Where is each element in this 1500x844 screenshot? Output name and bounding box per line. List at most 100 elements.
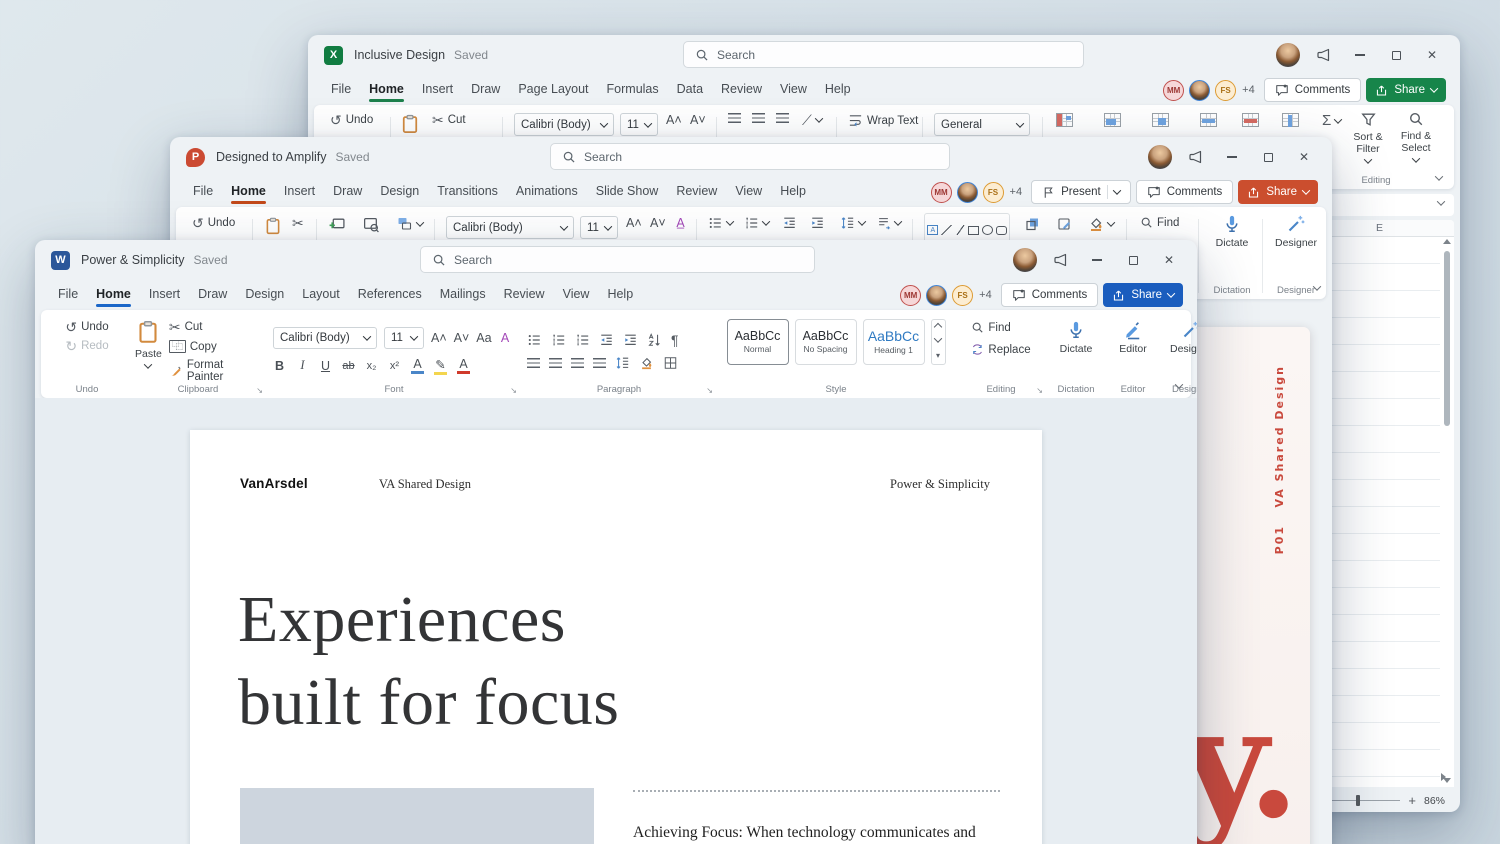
tab-draw[interactable]: Draw: [324, 179, 371, 205]
account-avatar[interactable]: [1142, 142, 1178, 172]
highlight-button[interactable]: ✎: [434, 357, 447, 375]
collaborator-avatar-mm[interactable]: MM: [930, 181, 952, 203]
font-color-button[interactable]: A: [457, 357, 470, 374]
powerpoint-app-icon[interactable]: P: [186, 147, 205, 167]
account-avatar[interactable]: [1007, 245, 1043, 275]
font-name-select[interactable]: Calibri (Body): [514, 113, 614, 136]
minimize-button[interactable]: [1079, 245, 1115, 275]
number-format-select[interactable]: General: [934, 113, 1030, 136]
bullet-list-icon[interactable]: [527, 333, 542, 347]
dialog-launcher-icon[interactable]: ↘: [706, 386, 713, 395]
decrease-indent-icon[interactable]: [599, 333, 614, 347]
strikethrough-button[interactable]: ab: [342, 360, 355, 372]
multilevel-list-icon[interactable]: [575, 333, 590, 347]
cut-button[interactable]: ✂ Cut: [169, 320, 261, 334]
zoom-level[interactable]: 86%: [1424, 795, 1452, 807]
numbered-list-icon[interactable]: [551, 333, 566, 347]
increase-indent-button[interactable]: [810, 216, 825, 235]
collapse-ribbon-icon[interactable]: [1434, 172, 1444, 181]
tab-view[interactable]: View: [554, 282, 599, 308]
collaborator-avatar-fs[interactable]: FS: [1215, 79, 1237, 101]
subscript-button[interactable]: x₂: [365, 360, 378, 372]
tab-insert[interactable]: Insert: [140, 282, 189, 308]
font-name-select[interactable]: Calibri (Body): [446, 216, 574, 239]
font-size-select[interactable]: 11: [384, 326, 424, 349]
word-app-icon[interactable]: W: [51, 250, 70, 270]
rectangle-icon[interactable]: [968, 225, 980, 235]
italic-button[interactable]: I: [296, 358, 309, 373]
decrease-indent-button[interactable]: [782, 216, 797, 235]
tab-review[interactable]: Review: [495, 282, 554, 308]
align-justify-icon[interactable]: [593, 357, 606, 368]
share-button[interactable]: Share: [1103, 283, 1183, 307]
pilcrow-icon[interactable]: ¶: [671, 333, 679, 347]
paste-button[interactable]: Paste: [135, 317, 162, 369]
scroll-right-icon[interactable]: [1441, 773, 1446, 781]
quick-styles-button[interactable]: [1056, 216, 1073, 237]
tab-home[interactable]: Home: [87, 282, 140, 308]
scroll-down-icon[interactable]: [933, 334, 943, 344]
collaborator-overflow[interactable]: +4: [979, 289, 992, 301]
format-cells-icon[interactable]: [1282, 113, 1299, 127]
collaborator-avatar-fs[interactable]: FS: [982, 181, 1004, 203]
align-center-icon[interactable]: [549, 357, 562, 368]
tab-home[interactable]: Home: [222, 179, 275, 205]
maximize-button[interactable]: [1115, 245, 1151, 275]
minimize-button[interactable]: [1214, 142, 1250, 172]
bullets-button[interactable]: [708, 216, 735, 230]
minimize-button[interactable]: [1342, 40, 1378, 70]
underline-button[interactable]: U: [319, 359, 332, 373]
comments-button[interactable]: Comments: [1000, 283, 1099, 307]
tab-animations[interactable]: Animations: [507, 179, 587, 205]
tab-help[interactable]: Help: [771, 179, 815, 205]
clear-formatting-button[interactable]: A: [499, 331, 512, 345]
editor-button[interactable]: Editor: [1119, 317, 1147, 355]
collaborator-avatar-photo[interactable]: [926, 284, 948, 306]
tab-view[interactable]: View: [726, 179, 771, 205]
tab-help[interactable]: Help: [598, 282, 642, 308]
maximize-button[interactable]: [1250, 142, 1286, 172]
delete-cells-icon[interactable]: [1242, 113, 1259, 127]
reuse-slides-button[interactable]: [396, 216, 425, 232]
tab-slide-show[interactable]: Slide Show: [587, 179, 668, 205]
tab-review[interactable]: Review: [667, 179, 726, 205]
superscript-button[interactable]: x²: [388, 360, 401, 372]
close-button[interactable]: ✕: [1151, 245, 1187, 275]
collaborator-avatar-photo[interactable]: [1189, 79, 1211, 101]
font-size-select[interactable]: 11: [620, 113, 658, 136]
style-no-spacing[interactable]: AaBbCc No Spacing: [794, 319, 857, 365]
style-normal[interactable]: AaBbCc Normal: [726, 319, 789, 365]
cut-scissors-icon[interactable]: ✂: [292, 216, 304, 230]
style-gallery-scroll[interactable]: ▾: [930, 319, 946, 365]
cut-button[interactable]: ✂ Cut: [432, 113, 466, 127]
tab-transitions[interactable]: Transitions: [428, 179, 507, 205]
document-image-placeholder[interactable]: [240, 788, 594, 844]
orientation-button[interactable]: ⟋: [802, 113, 824, 127]
align-right-icon[interactable]: [571, 357, 584, 368]
comments-button[interactable]: Comments: [1263, 78, 1362, 102]
find-select-button[interactable]: Find & Select: [1394, 111, 1438, 163]
align-bottom-icon[interactable]: [776, 113, 789, 123]
align-middle-icon[interactable]: [752, 113, 765, 123]
tab-mailings[interactable]: Mailings: [431, 282, 495, 308]
excel-app-icon[interactable]: X: [324, 45, 343, 65]
grow-font-button[interactable]: A˄: [431, 331, 447, 345]
comments-button[interactable]: Comments: [1135, 180, 1234, 204]
style-heading-1[interactable]: AaBbCc Heading 1: [862, 319, 925, 365]
paste-button[interactable]: [400, 113, 420, 140]
bold-button[interactable]: B: [273, 359, 286, 373]
change-case-button[interactable]: Aa: [476, 331, 491, 345]
slide-layout-button[interactable]: [362, 216, 380, 238]
tab-references[interactable]: References: [349, 282, 431, 308]
clear-formatting-button[interactable]: A̲: [674, 216, 687, 230]
shrink-font-button[interactable]: A˅: [690, 113, 706, 127]
wrap-text-button[interactable]: Wrap Text: [848, 113, 918, 128]
more-styles-icon[interactable]: ▾: [936, 351, 940, 360]
zoom-slider-thumb[interactable]: [1356, 794, 1361, 806]
cell-styles-icon[interactable]: [1152, 113, 1169, 127]
shrink-font-button[interactable]: A˅: [454, 331, 470, 345]
grow-font-button[interactable]: A˄: [666, 113, 682, 127]
tab-design[interactable]: Design: [371, 179, 428, 205]
dictate-button[interactable]: Dictate: [1208, 214, 1256, 249]
collaborator-overflow[interactable]: +4: [1242, 84, 1255, 96]
